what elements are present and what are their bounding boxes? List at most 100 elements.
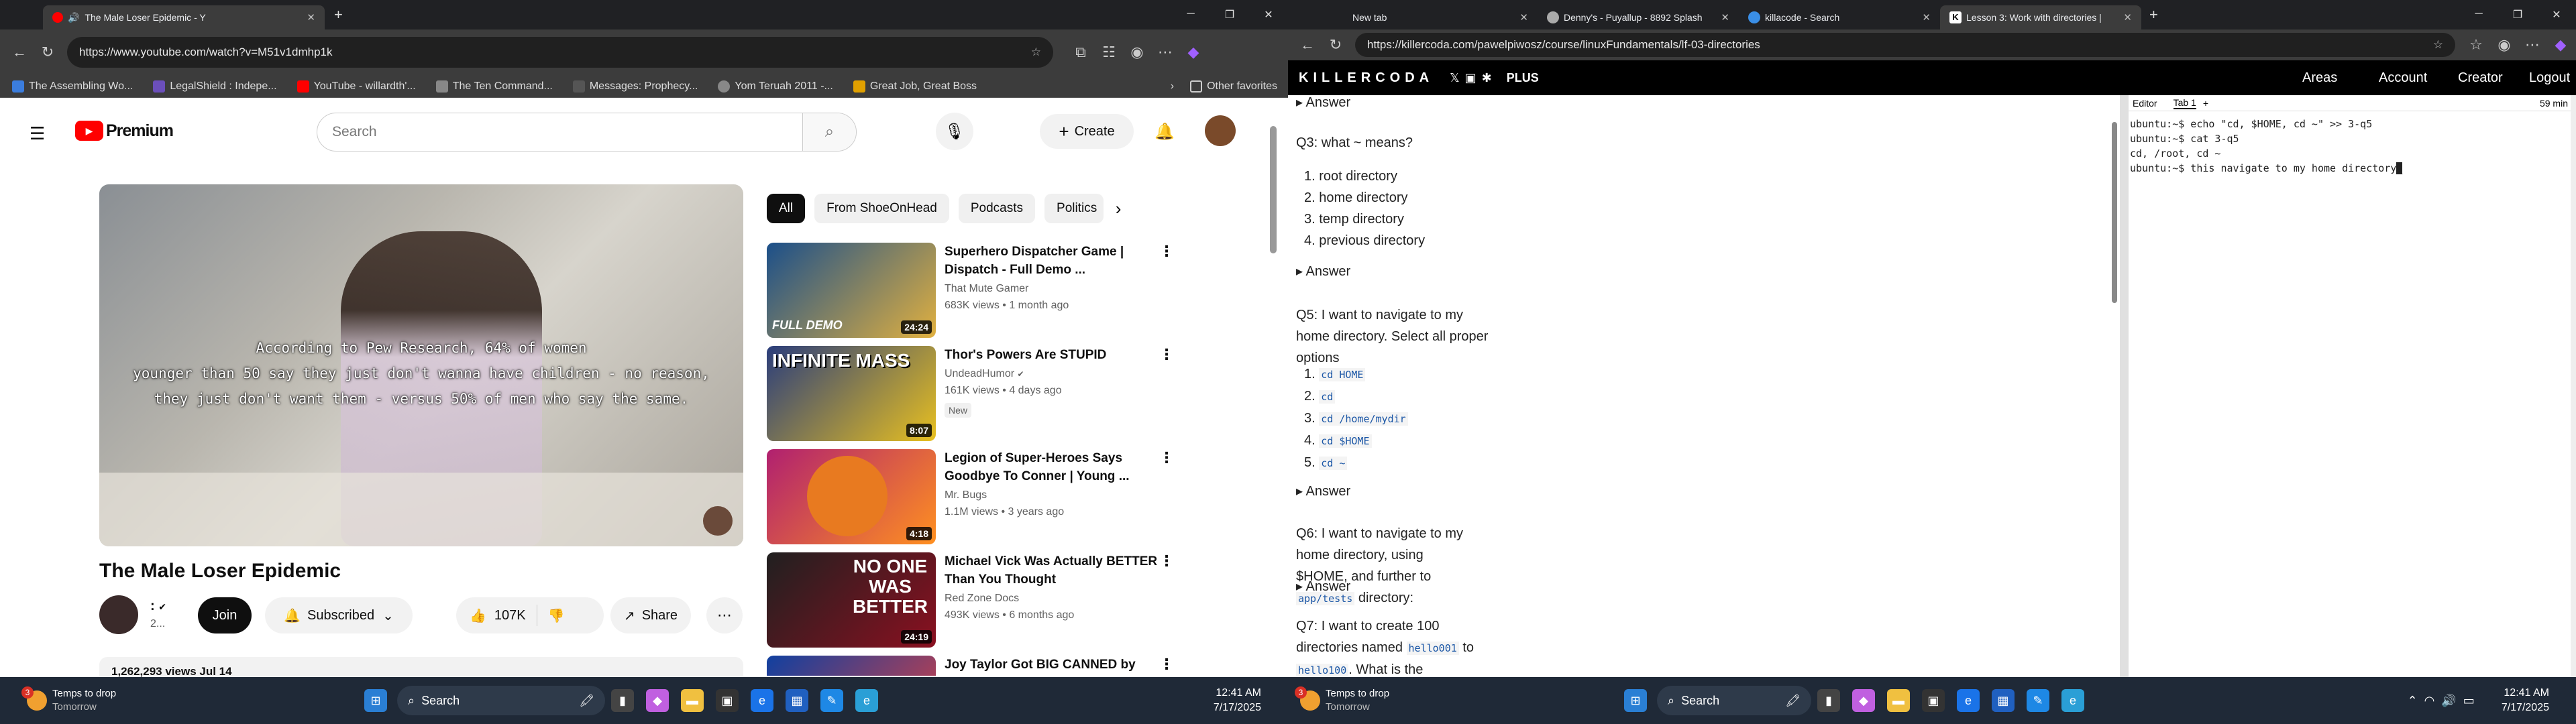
video-thumbnail[interactable]: 4:18 — [767, 449, 936, 544]
kebab-menu-icon[interactable]: ⋮ — [1159, 346, 1174, 363]
favorite-item[interactable]: YouTube - willardth'... — [297, 80, 416, 93]
edge-browser-icon[interactable]: e — [1957, 689, 1980, 712]
create-button[interactable]: + Create — [1040, 114, 1134, 149]
task-view-icon[interactable]: ▮ — [1817, 689, 1841, 712]
recommendation-item[interactable]: INFINITE MASS 8:07 Thor's Powers Are STU… — [767, 346, 1196, 444]
recommendation-title[interactable]: Superhero Dispatcher Game | Dispatch - F… — [945, 243, 1166, 279]
recommendation-item[interactable]: 4:18 Legion of Super-Heroes Says Goodbye… — [767, 449, 1196, 547]
extensions-icon[interactable]: ⧉ — [1067, 44, 1095, 61]
close-tab-icon[interactable]: ✕ — [1513, 11, 1528, 23]
menu-areas[interactable]: Areas — [2302, 70, 2337, 86]
favorite-star-icon[interactable]: ☆ — [1031, 46, 1041, 59]
avatar[interactable] — [1205, 115, 1236, 146]
recommendation-title[interactable]: Michael Vick Was Actually BETTER Than Yo… — [945, 552, 1166, 589]
close-tab-icon[interactable]: ✕ — [1915, 11, 1931, 23]
task-view-icon[interactable]: ▮ — [611, 689, 635, 712]
youtube-search-input[interactable]: Search ⌕ — [317, 113, 857, 152]
url-field[interactable]: https://www.youtube.com/watch?v=M51v1dmh… — [67, 37, 1053, 68]
slack-icon[interactable]: ✱ — [1482, 71, 1497, 84]
plus-badge[interactable]: PLUS — [1507, 71, 1539, 85]
close-window-icon[interactable]: ✕ — [2537, 8, 2576, 21]
more-actions-icon[interactable]: ⋯ — [706, 597, 743, 634]
more-icon[interactable]: ⋯ — [2518, 36, 2546, 54]
terminal-scrollbar[interactable] — [2571, 95, 2576, 677]
recommendation-channel[interactable]: That Mute Gamer — [945, 283, 1028, 295]
answer-toggle[interactable]: ▸ Answer — [1296, 483, 1350, 499]
terminal-app-icon[interactable]: ▣ — [1922, 689, 1945, 712]
browser-tab[interactable]: killacode - Search ✕ — [1739, 5, 1940, 29]
app-icon[interactable]: ✎ — [820, 689, 844, 712]
recommendation-title[interactable]: Joy Taylor Got BIG CANNED by — [945, 656, 1166, 674]
copilot-icon[interactable]: ◆ — [1179, 44, 1208, 61]
browser-tab[interactable]: Denny's - Puyallup - 8892 Splash ✕ — [1538, 5, 1739, 29]
video-thumbnail[interactable] — [767, 656, 936, 676]
copilot-icon[interactable]: ◆ — [2546, 36, 2575, 54]
copilot-taskbar-icon[interactable]: ◆ — [646, 689, 669, 712]
weather-widget[interactable]: Temps to drop Tomorrow — [1326, 687, 1389, 714]
recommendation-channel[interactable]: Mr. Bugs — [945, 489, 987, 501]
channel-name[interactable]: : ✔ — [150, 599, 166, 614]
answer-toggle[interactable]: ▸ Answer — [1296, 578, 1350, 595]
favorite-item[interactable]: The Assembling Wo... — [12, 80, 133, 93]
editor-tab[interactable]: Editor — [2133, 98, 2157, 109]
favorite-item[interactable]: LegalShield : Indepe... — [153, 80, 277, 93]
close-tab-icon[interactable]: ✕ — [300, 11, 315, 23]
new-tab-button[interactable]: + — [334, 6, 343, 23]
weather-icon[interactable]: 3 — [1295, 686, 1320, 711]
new-tab-button[interactable]: + — [2149, 6, 2158, 23]
answer-toggle[interactable]: ▸ Answer — [1296, 263, 1350, 280]
close-window-icon[interactable]: ✕ — [1249, 8, 1288, 21]
menu-logout[interactable]: Logout — [2529, 70, 2570, 86]
chip-from-channel[interactable]: From ShoeOnHead — [814, 194, 949, 223]
youtube-logo[interactable]: ▶ Premium — [75, 121, 174, 141]
questions-scrollbar[interactable] — [2112, 122, 2117, 303]
url-field[interactable]: https://killercoda.com/pawelpiwosz/cours… — [1355, 33, 2455, 57]
file-explorer-icon[interactable]: ▬ — [681, 689, 704, 712]
menu-creator[interactable]: Creator — [2458, 70, 2503, 86]
killercoda-logo[interactable]: KILLERCODA — [1299, 70, 1434, 86]
recommendation-item[interactable]: Joy Taylor Got BIG CANNED by ⋮ — [767, 656, 1196, 676]
linkedin-icon[interactable]: ▣ — [1465, 71, 1482, 84]
minimize-icon[interactable]: ─ — [1171, 8, 1210, 21]
favorites-icon[interactable]: ☆ — [2462, 36, 2490, 54]
browser-tab[interactable]: New tab ✕ — [1326, 5, 1538, 29]
chip-podcasts[interactable]: Podcasts — [958, 194, 1036, 223]
search-button[interactable]: ⌕ — [802, 113, 856, 151]
page-scrollbar[interactable] — [1270, 126, 1277, 253]
favorite-item[interactable]: Great Job, Great Boss — [853, 80, 977, 93]
video-player[interactable]: According to Pew Research, 64% of women … — [99, 184, 743, 546]
share-button[interactable]: ↗ Share — [610, 597, 691, 634]
favorite-item[interactable]: Yom Teruah 2011 -... — [718, 80, 833, 93]
like-count[interactable]: 107K — [494, 608, 526, 623]
edge-browser-icon[interactable]: e — [751, 689, 774, 712]
voice-search-icon[interactable]: 🎙 — [936, 113, 973, 150]
close-tab-icon[interactable]: ✕ — [1714, 11, 1729, 23]
start-icon[interactable]: ⊞ — [364, 689, 388, 712]
terminal-tab[interactable]: Tab 1 — [2173, 97, 2196, 109]
thumbs-down-icon[interactable]: 👎 — [548, 607, 565, 624]
file-explorer-icon[interactable]: ▬ — [1887, 689, 1911, 712]
video-thumbnail[interactable]: FULL DEMO 24:24 — [767, 243, 936, 338]
edge-active-icon[interactable]: e — [855, 689, 879, 712]
channel-avatar[interactable] — [99, 595, 138, 634]
refresh-icon[interactable]: ↻ — [34, 44, 62, 61]
clock[interactable]: 12:41 AM 7/17/2025 — [1214, 686, 1261, 715]
maximize-icon[interactable]: ❐ — [2498, 8, 2537, 21]
answer-toggle[interactable]: ▸ Answer — [1296, 95, 1350, 111]
start-icon[interactable]: ⊞ — [1624, 689, 1648, 712]
profile-icon[interactable]: ◉ — [1123, 44, 1151, 61]
collections-icon[interactable]: ☷ — [1095, 44, 1123, 61]
favorite-item[interactable]: Messages: Prophecy... — [572, 80, 698, 93]
favorite-item[interactable]: The Ten Command... — [435, 80, 553, 93]
battery-icon[interactable]: ▭ — [2463, 694, 2481, 707]
chevron-right-icon[interactable]: › — [1104, 194, 1133, 223]
kebab-menu-icon[interactable]: ⋮ — [1159, 243, 1174, 260]
browser-tab-active[interactable]: K Lesson 3: Work with directories | ✕ — [1940, 5, 2141, 29]
join-button[interactable]: Join — [198, 597, 252, 634]
add-tab-icon[interactable]: + — [2203, 98, 2208, 109]
recommendation-title[interactable]: Thor's Powers Are STUPID — [945, 346, 1166, 364]
refresh-icon[interactable]: ↻ — [1322, 36, 1350, 54]
weather-icon[interactable]: 3 — [21, 686, 47, 711]
hamburger-menu-icon[interactable]: ☰ — [30, 123, 45, 144]
subscribed-button[interactable]: 🔔 Subscribed ⌄ — [265, 597, 413, 634]
